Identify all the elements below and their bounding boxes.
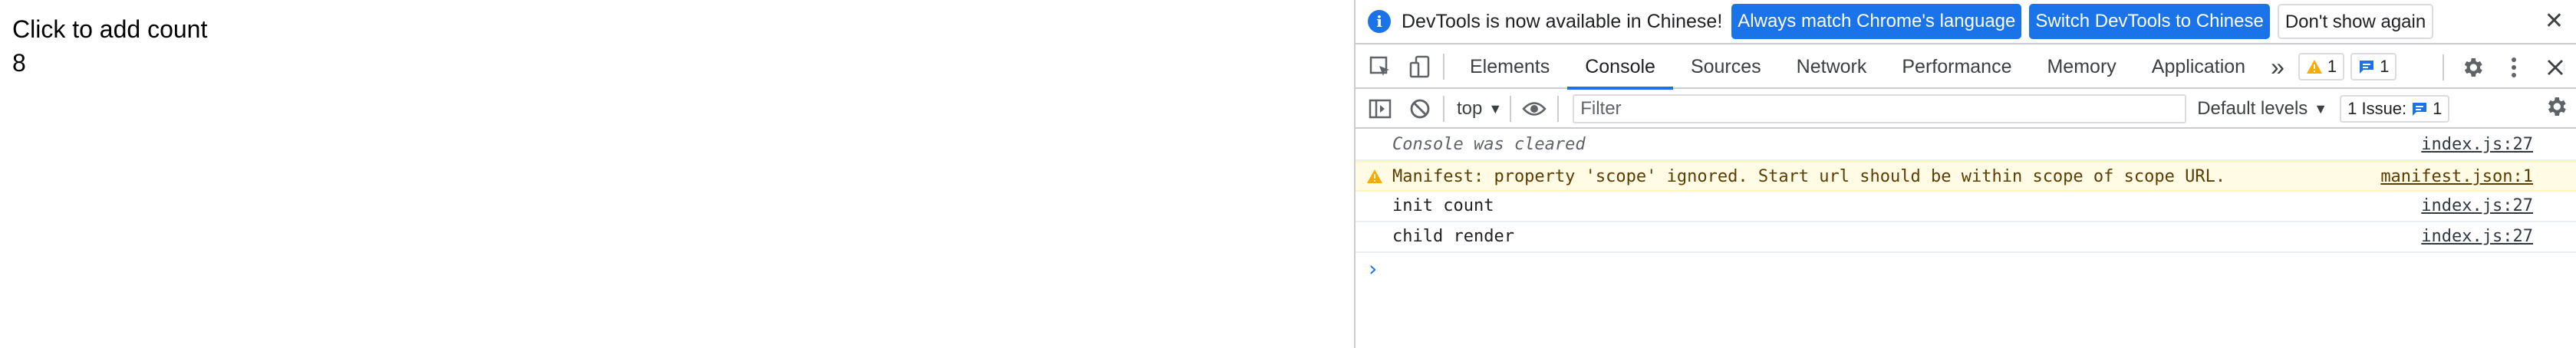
dropdown-arrow-icon: ▼ — [1488, 100, 1503, 117]
tab-sources[interactable]: Sources — [1673, 45, 1779, 88]
console-message-text: child render — [1392, 227, 1514, 246]
devtools-panel: i DevTools is now available in Chinese! … — [1354, 0, 2576, 348]
issues-label: 1 Issue: — [2347, 99, 2407, 118]
console-message-text: init count — [1392, 196, 1494, 215]
console-toolbar: top ▼ Filter Default levels ▼ 1 Issue: 1 — [1356, 90, 2576, 129]
console-prompt-icon[interactable]: › — [1366, 256, 1379, 281]
console-message-text: Manifest: property 'scope' ignored. Star… — [1392, 167, 2226, 186]
tab-performance[interactable]: Performance — [1884, 45, 2029, 88]
clear-console-icon[interactable] — [1405, 94, 1435, 124]
tab-memory[interactable]: Memory — [2029, 45, 2133, 88]
close-icon[interactable]: ✕ — [2545, 8, 2564, 34]
count-value: 8 — [12, 49, 26, 77]
divider — [2443, 54, 2444, 80]
page-area: Click to add count 8 — [0, 0, 1354, 348]
log-levels-dropdown[interactable]: Default levels ▼ — [2197, 98, 2327, 120]
divider — [1443, 54, 1444, 80]
devtools-tabbar: Elements Console Sources Network Perform… — [1356, 45, 2576, 90]
tab-network[interactable]: Network — [1779, 45, 1885, 88]
settings-gear-icon[interactable] — [2455, 50, 2490, 85]
warning-icon — [2306, 60, 2322, 74]
source-link[interactable]: index.js:27 — [2421, 222, 2533, 251]
switch-to-chinese-button[interactable]: Switch DevTools to Chinese — [2029, 4, 2270, 39]
console-message-text: Console was cleared — [1392, 135, 1586, 154]
messages-count: 1 — [2380, 57, 2390, 76]
dont-show-again-button[interactable]: Don't show again — [2277, 4, 2434, 39]
inspect-element-icon[interactable] — [1365, 51, 1395, 82]
more-tabs-icon[interactable]: » — [2263, 53, 2292, 81]
console-messages: Console was cleared index.js:27 Manifest… — [1356, 130, 2576, 253]
show-sidebar-icon[interactable] — [1365, 94, 1395, 124]
source-link[interactable]: index.js:27 — [2421, 192, 2533, 221]
tab-application[interactable]: Application — [2134, 45, 2263, 88]
messages-badge[interactable]: 1 — [2350, 53, 2397, 80]
live-expression-eye-icon[interactable] — [1519, 94, 1550, 124]
divider — [1557, 96, 1560, 122]
info-icon: i — [1368, 10, 1391, 33]
dropdown-arrow-icon: ▼ — [2314, 100, 2328, 117]
console-message: child render index.js:27 — [1356, 222, 2576, 253]
infobar-message: DevTools is now available in Chinese! — [1402, 10, 1723, 32]
divider — [1510, 96, 1512, 122]
divider — [1443, 96, 1444, 122]
issues-count: 1 — [2433, 99, 2443, 118]
message-icon — [2360, 61, 2374, 74]
log-levels-label: Default levels — [2197, 98, 2308, 119]
console-message: init count index.js:27 — [1356, 192, 2576, 222]
issues-button[interactable]: 1 Issue: 1 — [2340, 95, 2450, 123]
source-link[interactable]: manifest.json:1 — [2380, 163, 2533, 192]
console-message: Console was cleared index.js:27 — [1356, 130, 2576, 161]
console-warning: Manifest: property 'scope' ignored. Star… — [1356, 161, 2576, 192]
context-selector[interactable]: top ▼ — [1457, 98, 1502, 120]
add-count-text[interactable]: Click to add count — [12, 14, 207, 44]
device-toolbar-icon[interactable] — [1405, 51, 1435, 82]
tabbar-actions — [2435, 46, 2576, 89]
context-label: top — [1457, 98, 1483, 119]
console-settings-gear-icon[interactable] — [2544, 94, 2568, 123]
warnings-badge[interactable]: 1 — [2298, 53, 2345, 80]
always-match-language-button[interactable]: Always match Chrome's language — [1731, 4, 2022, 39]
more-options-icon[interactable] — [2496, 50, 2532, 85]
tab-elements[interactable]: Elements — [1452, 45, 1567, 88]
issue-message-icon — [2413, 103, 2427, 116]
close-devtools-icon[interactable] — [2538, 50, 2573, 85]
warnings-count: 1 — [2327, 57, 2337, 76]
filter-input[interactable]: Filter — [1573, 94, 2187, 123]
tab-console[interactable]: Console — [1567, 45, 1673, 90]
warning-icon — [1367, 169, 1382, 183]
source-link[interactable]: index.js:27 — [2421, 130, 2533, 159]
language-infobar: i DevTools is now available in Chinese! … — [1356, 0, 2576, 44]
